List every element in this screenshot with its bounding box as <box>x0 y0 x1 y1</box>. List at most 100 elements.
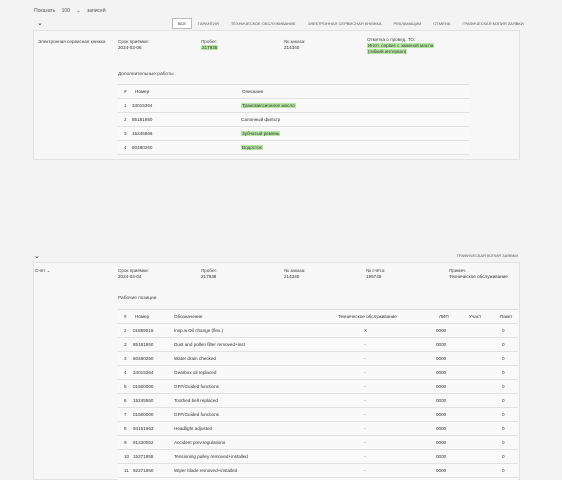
row-number: 34015364 <box>133 370 154 375</box>
records-label: записей <box>86 8 106 14</box>
row-lip: 0000 <box>436 412 447 417</box>
note-label: Отметка о провед. ТО: <box>367 37 416 42</box>
row-lip: 0000 <box>436 384 447 389</box>
row-lip: 0000 <box>436 454 447 459</box>
invoice-value: 195745 <box>366 274 382 279</box>
row-lip: 0000 <box>436 370 447 375</box>
row-desc: Tensioning pulley removed+installed <box>174 454 248 459</box>
row-desc: GFF/Guided functions <box>174 384 219 389</box>
table-row: 3 60480260 Water drain checked -0000 0 <box>118 352 518 366</box>
tab-maintenance[interactable]: ТЕХНИЧЕСКОЕ ОБСЛУЖИВАНИЕ <box>225 18 302 29</box>
row-desc: Headlight adjusted <box>174 426 213 431</box>
row-number: 34015364 <box>132 103 153 108</box>
order-label: № заказа: <box>284 268 306 273</box>
graphic-copy-link[interactable]: ГРАФИЧЕСКАЯ КОПИЯ ЗАЯВКИ <box>457 253 518 258</box>
table-row: 2 85181950 Салонный фильтр <box>118 113 470 127</box>
col-lip: ЛИП <box>439 314 449 319</box>
col-service: Техническое обслуживание <box>338 314 397 319</box>
row-num: 2 <box>124 328 127 333</box>
date-label: Срок приёмки: <box>118 268 149 273</box>
row-num: 7 <box>124 412 127 417</box>
row-num: 3 <box>124 131 127 136</box>
mileage-value: 217935 <box>201 45 219 50</box>
table-row: 2 01889015 Insp.w.Oil change (flex.) X 0000 0 <box>118 324 518 338</box>
row-num: 1 <box>124 103 127 108</box>
work-positions-table: # Номер Обозначение Техническое обслужив… <box>118 309 518 480</box>
tab-all[interactable]: ВСЕ <box>172 18 193 29</box>
date-value: 2024-03-06 <box>118 45 142 50</box>
row-service: - <box>364 356 366 361</box>
note-line1: Инсп. сервис с заменой масла <box>367 43 435 48</box>
row-package: 0 <box>502 468 505 473</box>
status-label[interactable]: Счёт ⌄ <box>35 268 50 274</box>
row-num: 4 <box>124 370 127 375</box>
row-number: 01500000 <box>133 384 154 389</box>
mileage-label: Пробег: <box>201 268 218 273</box>
row-package: 0 <box>502 370 505 375</box>
page-length-select[interactable]: 100 <box>62 8 70 14</box>
table-row: 6 15245560 Toothed belt replaced -0000 0 <box>118 394 518 408</box>
table-row: 11 92271950 Wiper blade removed+installed -… <box>118 464 518 478</box>
page-length-control: Показать 100 ⌄ записей <box>34 8 111 14</box>
work-positions-title: Рабочие позиции <box>118 296 157 301</box>
row-service: - <box>364 468 366 473</box>
col-num: # <box>124 314 127 319</box>
col-num: # <box>124 89 127 94</box>
row-service: - <box>364 342 366 347</box>
tab-cancel[interactable]: ОТМЕНА <box>427 18 456 29</box>
row-desc: Accident prev.regulations <box>174 440 226 445</box>
filter-tabs: ВСЕ ГАРАНТИЯ ТЕХНИЧЕСКОЕ ОБСЛУЖИВАНИЕ ЭЛ… <box>172 18 530 29</box>
row-number: 91330052 <box>133 440 154 445</box>
chevron-down-icon: ⌄ <box>46 269 51 274</box>
row-service: - <box>364 454 366 459</box>
row-num: 2 <box>124 117 127 122</box>
record-type: Электронная сервисная книжка <box>38 39 106 44</box>
note-label: Примеч. <box>449 268 467 273</box>
tab-service-book[interactable]: ЭЛЕКТРОННАЯ СЕРВИСНАЯ КНИЖКА <box>302 18 388 29</box>
row-desc: Water drain checked <box>174 356 216 361</box>
tab-warranty[interactable]: ГАРАНТИЯ <box>192 18 225 29</box>
row-num: 6 <box>124 398 127 403</box>
tab-graphic-copy[interactable]: ГРАФИЧЕСКАЯ КОПИЯ ЗАЯВКИ <box>456 18 529 29</box>
row-num: 11 <box>124 468 129 473</box>
row-number: 60480260 <box>133 356 154 361</box>
table-row: 4 34015364 Gearbox oil replaced -0000 0 <box>118 366 518 380</box>
chevron-down-icon[interactable]: ⌄ <box>37 20 44 27</box>
row-number: 15271955 <box>133 454 154 459</box>
row-package: 0 <box>502 412 505 417</box>
table-row: 8 94151663 Headlight adjusted -0000 0 <box>118 422 518 436</box>
order-value: 214340 <box>284 45 300 50</box>
row-number: 01889015 <box>133 328 154 333</box>
table-row: 9 91330052 Accident prev.regulations -0000 0 <box>118 436 518 450</box>
row-num: 3 <box>124 356 127 361</box>
row-number: 85181950 <box>133 342 154 347</box>
row-number: 60480260 <box>132 145 153 150</box>
chevron-down-icon[interactable]: ⌄ <box>34 253 41 260</box>
row-desc: GFF/Guided functions <box>174 412 219 417</box>
row-service: - <box>364 384 366 389</box>
row-lip: 0000 <box>436 398 447 403</box>
row-service: X <box>364 328 368 333</box>
chevron-down-icon[interactable]: ⌄ <box>76 8 80 14</box>
tab-claims[interactable]: РЕКЛАМАЦИИ <box>388 18 428 29</box>
row-number: 92271950 <box>133 468 154 473</box>
table-header-row: # Номер Описание <box>118 85 470 99</box>
note-line2: (гибкий интервал) <box>367 49 408 54</box>
row-desc: Insp.w.Oil change (flex.) <box>174 328 224 333</box>
row-service: - <box>364 426 366 431</box>
row-lip: 0000 <box>436 342 447 347</box>
row-lip: 0000 <box>436 426 447 431</box>
row-lip: 0000 <box>436 328 447 333</box>
row-service: - <box>364 440 366 445</box>
row-num: 8 <box>124 426 127 431</box>
status-text: Счёт <box>35 268 46 273</box>
col-desc: Обозначение <box>174 314 203 319</box>
col-number: Номер <box>135 89 150 94</box>
col-package: Пакет <box>500 314 513 319</box>
invoice-record-card: Счёт ⌄ Срок приёмки: 2024-03-04 Пробег: … <box>33 262 520 480</box>
row-desc: Зубчатый ремень <box>241 131 281 136</box>
row-package: 0 <box>502 342 505 347</box>
note-value: Техническое обслуживание <box>449 274 508 279</box>
row-desc: Салонный фильтр <box>241 117 281 122</box>
mileage-label: Пробег: <box>201 39 218 44</box>
